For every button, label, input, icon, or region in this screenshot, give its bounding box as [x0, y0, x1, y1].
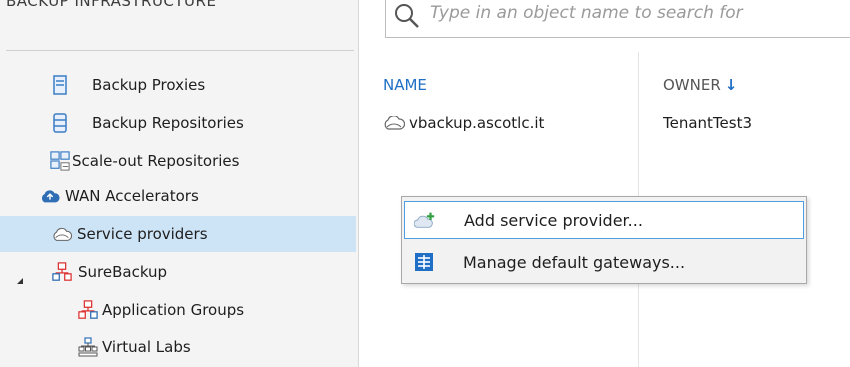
add-cloud-icon [414, 209, 436, 231]
column-header-name[interactable]: NAME [383, 76, 427, 94]
context-menu: Add service provider... Manage default g… [401, 196, 807, 284]
tree-item-label: Backup Repositories [92, 114, 244, 132]
cloud-icon [52, 224, 72, 244]
search-input[interactable] [428, 0, 832, 29]
navigation-pane: BACKUP INFRASTRUCTURE Backup Proxies Bac… [0, 0, 358, 367]
tree-item-label: WAN Accelerators [65, 187, 199, 205]
section-divider [6, 50, 354, 51]
section-title: BACKUP INFRASTRUCTURE [6, 0, 217, 10]
column-header-owner-label: OWNER [663, 76, 721, 94]
tree-item-wan-accelerators[interactable]: WAN Accelerators [40, 178, 350, 214]
tree-item-scale-out-repositories[interactable]: Scale-out Repositories [50, 143, 350, 179]
tree-item-application-groups[interactable]: Application Groups [78, 292, 350, 328]
expand-collapse-icon[interactable] [14, 275, 26, 287]
tree-item-label: Scale-out Repositories [72, 152, 240, 170]
tree-item-label: Application Groups [102, 301, 245, 319]
sort-descending-icon: ↓ [724, 76, 738, 94]
app-group-icon [78, 300, 98, 320]
database-icon [50, 113, 70, 133]
cloud-icon [383, 116, 405, 130]
tree-item-backup-repositories[interactable]: Backup Repositories [50, 105, 350, 141]
tree-item-surebackup[interactable]: SureBackup [52, 254, 350, 290]
search-box[interactable] [385, 0, 850, 38]
tree-item-service-providers[interactable]: Service providers [0, 216, 356, 252]
menu-item-label: Add service provider... [464, 210, 643, 230]
tree-item-label: SureBackup [78, 263, 168, 281]
tree-item-label: Service providers [77, 225, 208, 243]
column-header-owner[interactable]: OWNER ↓ [663, 76, 737, 94]
row-owner[interactable]: TenantTest3 [663, 114, 752, 132]
tree-item-backup-proxies[interactable]: Backup Proxies [50, 67, 350, 103]
pane-splitter[interactable] [358, 0, 359, 367]
menu-item-label: Manage default gateways... [463, 252, 686, 272]
tree-item-label: Backup Proxies [92, 76, 206, 94]
search-icon[interactable] [394, 3, 420, 33]
gateway-icon [413, 251, 435, 273]
table-row-name-cell[interactable]: vbackup.ascotlc.it [383, 114, 544, 132]
surebackup-icon [52, 262, 72, 282]
cloud-accelerator-icon [40, 186, 60, 206]
scaleout-repository-icon [50, 151, 70, 171]
menu-item-add-service-provider[interactable]: Add service provider... [404, 201, 804, 239]
server-icon [50, 75, 70, 95]
tree-item-label: Virtual Labs [102, 338, 191, 356]
row-name: vbackup.ascotlc.it [409, 114, 545, 132]
virtual-lab-icon [78, 337, 98, 357]
tree-item-virtual-labs[interactable]: Virtual Labs [78, 329, 350, 365]
menu-item-manage-default-gateways[interactable]: Manage default gateways... [404, 243, 804, 281]
